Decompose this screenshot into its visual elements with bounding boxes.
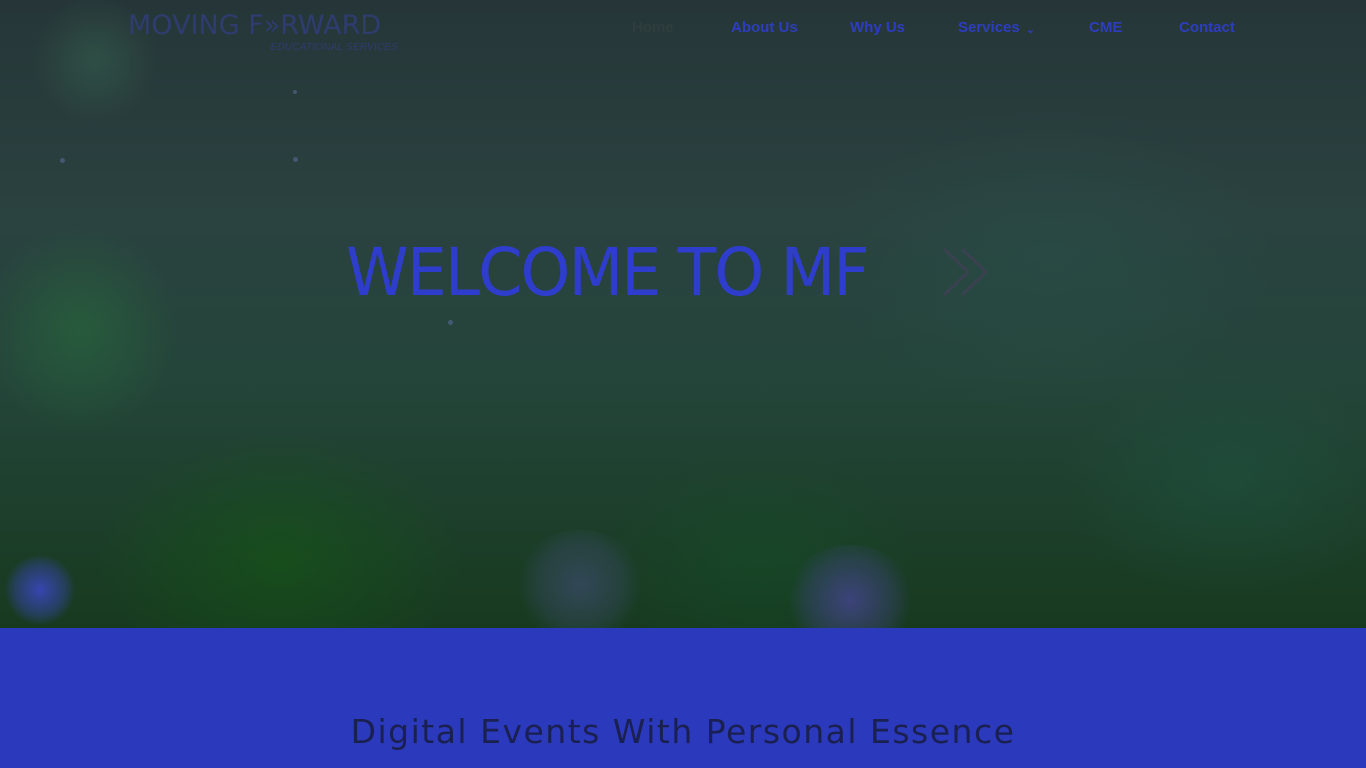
site-logo[interactable]: MOVING F»RWARD EDUCATIONAL SERVICES (128, 10, 400, 56)
bokeh-speck (60, 158, 65, 163)
bokeh-speck (448, 320, 453, 325)
tagline-band: Digital Events With Personal Essence (0, 628, 1366, 768)
logo-tagline: EDUCATIONAL SERVICES (270, 42, 398, 53)
top-navigation: MOVING F»RWARD EDUCATIONAL SERVICES Home… (0, 0, 1366, 56)
chevron-down-icon: ⌄ (1025, 24, 1035, 36)
bokeh-light (785, 545, 915, 628)
double-chevron-right-icon (942, 247, 989, 297)
nav-item-home[interactable]: Home (632, 18, 674, 38)
nav-item-why-us[interactable]: Why Us (850, 18, 905, 38)
nav-item-services[interactable]: Services ⌄ (958, 18, 1035, 39)
bokeh-speck (293, 90, 297, 94)
logo-wordmark: MOVING F»RWARD (128, 10, 382, 41)
hero-section: MOVING F»RWARD EDUCATIONAL SERVICES Home… (0, 0, 1366, 628)
bokeh-light (515, 530, 645, 628)
hero-headline-text: WELCOME TO MF (346, 234, 870, 311)
page: MOVING F»RWARD EDUCATIONAL SERVICES Home… (0, 0, 1366, 768)
tagline-heading: Digital Events With Personal Essence (350, 712, 1016, 751)
nav-item-about-us[interactable]: About Us (731, 18, 798, 38)
nav-item-cme[interactable]: CME (1089, 18, 1122, 38)
nav-item-services-label: Services (958, 19, 1020, 36)
bokeh-speck (293, 157, 298, 162)
nav-item-contact[interactable]: Contact (1179, 18, 1235, 38)
bokeh-light (5, 555, 75, 625)
hero-headline: WELCOME TO MF (346, 233, 989, 313)
